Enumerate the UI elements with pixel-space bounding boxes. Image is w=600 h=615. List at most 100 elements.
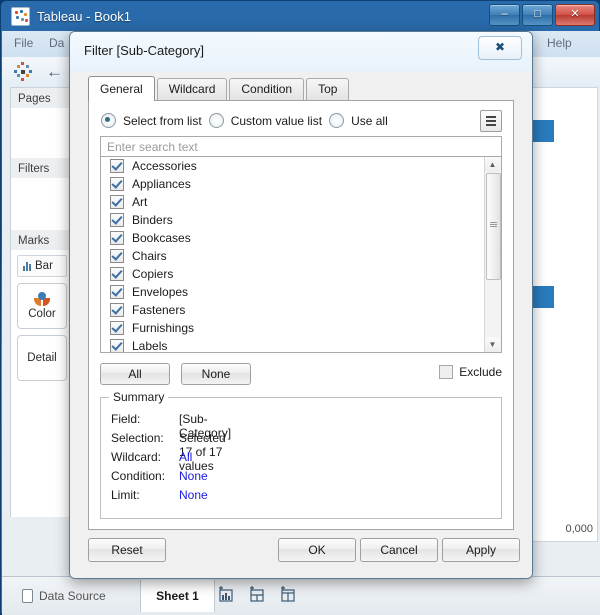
listbox-scrollbar[interactable]: ▲ ▼ xyxy=(484,157,501,352)
summary-row-value[interactable]: None xyxy=(179,488,208,502)
tableau-logo-icon xyxy=(11,7,30,26)
close-button[interactable]: ✕ xyxy=(555,4,595,26)
marks-detail-button[interactable]: Detail xyxy=(17,335,67,381)
list-item-checkbox[interactable] xyxy=(110,177,124,191)
dialog-tabstrip: General Wildcard Condition Top xyxy=(88,78,351,100)
scroll-up-arrow-icon[interactable]: ▲ xyxy=(485,157,500,172)
list-item[interactable]: Binders xyxy=(101,211,501,229)
list-item-checkbox[interactable] xyxy=(110,231,124,245)
back-arrow-icon[interactable]: ← xyxy=(46,64,63,80)
value-list: Accessories Appliances Art BindersBookcases… xyxy=(101,157,501,353)
sheet-1-tab[interactable]: Sheet 1 xyxy=(140,580,215,612)
list-item[interactable]: Accessories xyxy=(101,157,501,175)
list-item[interactable]: Bookcases xyxy=(101,229,501,247)
radio-custom-value-list-label: Custom value list xyxy=(231,114,322,128)
ok-button[interactable]: OK xyxy=(278,538,356,562)
marks-sidebar: Pages Filters Marks Bar xyxy=(10,87,72,517)
list-item-label: Envelopes xyxy=(132,285,188,299)
summary-row-value[interactable]: None xyxy=(179,469,208,483)
dialog-footer: Reset OK Cancel Apply xyxy=(88,538,514,562)
data-source-tab-label: Data Source xyxy=(39,589,106,603)
data-source-icon xyxy=(22,589,33,603)
search-input[interactable]: Enter search text xyxy=(100,136,502,156)
filter-mode-radiogroup: Select from list Custom value list Use a… xyxy=(101,113,388,128)
data-source-tab[interactable]: Data Source xyxy=(10,580,118,612)
list-item[interactable]: Furnishings xyxy=(101,319,501,337)
scroll-down-arrow-icon[interactable]: ▼ xyxy=(485,337,500,352)
tab-wildcard[interactable]: Wildcard xyxy=(157,78,228,100)
dialog-titlebar: Filter [Sub-Category] ✖ xyxy=(70,32,532,73)
list-item-label: Labels xyxy=(132,339,167,353)
list-item-checkbox[interactable] xyxy=(110,159,124,173)
list-item[interactable]: Art xyxy=(101,193,501,211)
pages-card-title: Pages xyxy=(11,88,71,108)
new-story-icon[interactable] xyxy=(279,586,296,602)
list-item[interactable]: Labels xyxy=(101,337,501,353)
list-item-label: Furnishings xyxy=(132,321,194,335)
dialog-body: General Wildcard Condition Top Select fr… xyxy=(70,72,532,578)
mark-type-label: Bar xyxy=(35,260,53,272)
menu-item-file[interactable]: File xyxy=(14,36,33,50)
color-palette-icon xyxy=(34,292,50,306)
list-item[interactable]: Copiers xyxy=(101,265,501,283)
list-item-checkbox[interactable] xyxy=(110,249,124,263)
summary-row-key: Selection: xyxy=(111,431,164,445)
list-item-checkbox[interactable] xyxy=(110,339,124,353)
radio-custom-value-list[interactable] xyxy=(209,113,224,128)
apply-button[interactable]: Apply xyxy=(442,538,520,562)
list-item[interactable]: Appliances xyxy=(101,175,501,193)
list-item-label: Accessories xyxy=(132,159,197,173)
tab-top[interactable]: Top xyxy=(306,78,349,100)
scrollbar-thumb[interactable] xyxy=(486,173,501,280)
filters-card[interactable]: Filters xyxy=(11,158,71,231)
select-all-button[interactable]: All xyxy=(100,363,170,385)
new-sheet-icons xyxy=(217,586,296,602)
marks-color-button[interactable]: Color xyxy=(17,283,67,329)
menu-item-data[interactable]: Da xyxy=(49,36,64,50)
summary-row-key: Limit: xyxy=(111,488,140,502)
new-dashboard-icon[interactable] xyxy=(248,586,265,602)
list-item-checkbox[interactable] xyxy=(110,285,124,299)
marks-card-title: Marks xyxy=(11,230,71,250)
exclude-checkbox[interactable] xyxy=(439,365,453,379)
list-item-checkbox[interactable] xyxy=(110,303,124,317)
tableau-logo-icon[interactable] xyxy=(14,62,34,82)
window-title: Tableau - Book1 xyxy=(37,9,131,24)
sheet-1-tab-label: Sheet 1 xyxy=(156,589,199,603)
mark-type-dropdown[interactable]: Bar xyxy=(17,255,67,277)
reset-button[interactable]: Reset xyxy=(88,538,166,562)
minimize-button[interactable]: – xyxy=(489,4,520,26)
exclude-checkbox-row[interactable]: Exclude xyxy=(439,365,502,379)
new-worksheet-icon[interactable] xyxy=(217,586,234,602)
radio-use-all[interactable] xyxy=(329,113,344,128)
list-item[interactable]: Chairs xyxy=(101,247,501,265)
dialog-close-icon[interactable]: ✖ xyxy=(478,36,522,60)
radio-use-all-label: Use all xyxy=(351,114,388,128)
list-item-checkbox[interactable] xyxy=(110,321,124,335)
summary-row-value[interactable]: All xyxy=(179,450,192,464)
menu-item-help[interactable]: Help xyxy=(547,36,572,50)
list-item-checkbox[interactable] xyxy=(110,213,124,227)
axis-tick-label: 0,000 xyxy=(565,523,593,535)
pages-card: Pages xyxy=(11,88,71,159)
list-item-label: Appliances xyxy=(132,177,191,191)
maximize-button[interactable]: □ xyxy=(522,4,553,26)
list-options-icon[interactable] xyxy=(480,110,502,132)
tab-general[interactable]: General xyxy=(88,76,155,101)
summary-row-key: Field: xyxy=(111,412,140,426)
radio-select-from-list[interactable] xyxy=(101,113,116,128)
list-item-checkbox[interactable] xyxy=(110,195,124,209)
list-item-label: Art xyxy=(132,195,147,209)
exclude-label: Exclude xyxy=(459,365,502,379)
filters-card-title: Filters xyxy=(11,158,71,178)
select-none-button[interactable]: None xyxy=(181,363,251,385)
list-item[interactable]: Envelopes xyxy=(101,283,501,301)
list-item[interactable]: Fasteners xyxy=(101,301,501,319)
tab-condition[interactable]: Condition xyxy=(229,78,304,100)
marks-color-label: Color xyxy=(28,308,55,320)
window-titlebar: Tableau - Book1 – □ ✕ xyxy=(1,1,600,31)
list-item-checkbox[interactable] xyxy=(110,267,124,281)
search-placeholder: Enter search text xyxy=(107,140,198,154)
cancel-button[interactable]: Cancel xyxy=(360,538,438,562)
value-listbox[interactable]: Accessories Appliances Art BindersBookcases… xyxy=(100,156,502,353)
